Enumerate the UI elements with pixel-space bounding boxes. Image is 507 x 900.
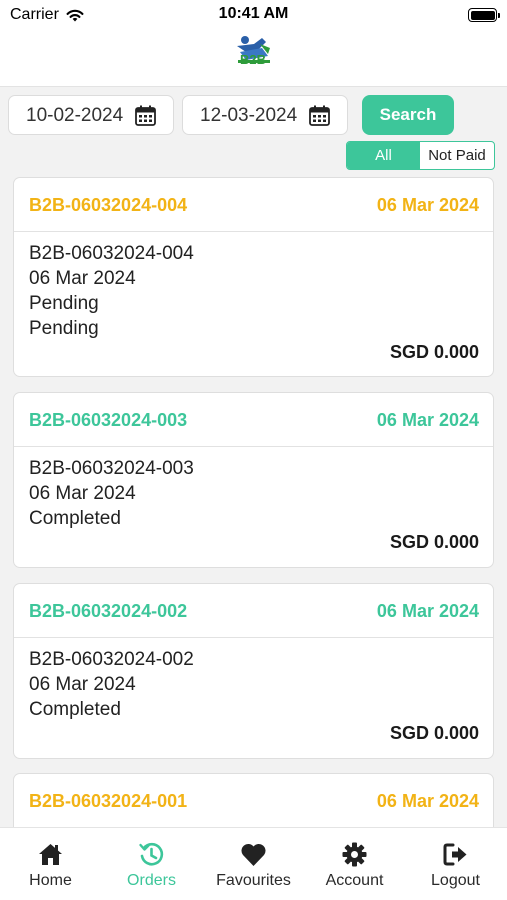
status-bar: Carrier 10:41 AM <box>0 0 507 30</box>
segment-all[interactable]: All <box>347 142 420 169</box>
logo-text: B2B <box>240 52 267 67</box>
order-reference: B2B-06032024-002 <box>29 649 194 670</box>
tab-favourites[interactable]: Favourites <box>203 828 304 900</box>
from-date-value: 10-02-2024 <box>26 105 124 126</box>
heart-icon <box>241 843 266 866</box>
order-date: 06 Mar 2024 <box>376 195 479 215</box>
order-card-body: B2B-06032024-002 06 Mar 2024 Completed <box>14 638 493 722</box>
app-header: B2B <box>0 30 507 87</box>
order-date-line: 06 Mar 2024 <box>29 674 136 695</box>
order-card[interactable]: B2B-06032024-003 06 Mar 2024 B2B-0603202… <box>13 392 494 568</box>
order-date-line: 06 Mar 2024 <box>29 268 136 289</box>
date-filter-row: 10-02-2024 12-03-2024 Search <box>0 95 507 135</box>
order-amount: SGD 0.000 <box>389 342 479 362</box>
order-card-body: B2B-06032024-003 06 Mar 2024 Completed <box>14 447 493 531</box>
calendar-icon <box>135 105 156 126</box>
order-card-header: B2B-06032024-001 06 Mar 2024 <box>14 774 493 828</box>
tab-label: Account <box>325 872 384 889</box>
tab-label: Favourites <box>216 872 291 889</box>
order-status: Completed <box>29 699 121 720</box>
tab-label: Orders <box>127 872 176 889</box>
tab-orders[interactable]: Orders <box>101 828 202 900</box>
from-date-field[interactable]: 10-02-2024 <box>8 95 174 135</box>
payment-filter-segment: All Not Paid <box>346 141 495 170</box>
order-date: 06 Mar 2024 <box>376 791 479 811</box>
order-date: 06 Mar 2024 <box>376 601 479 621</box>
order-amount: SGD 0.000 <box>389 532 479 552</box>
order-id: B2B-06032024-001 <box>29 791 188 811</box>
order-card-header: B2B-06032024-002 06 Mar 2024 <box>14 584 493 638</box>
order-card[interactable]: B2B-06032024-004 06 Mar 2024 B2B-0603202… <box>13 177 494 377</box>
order-date: 06 Mar 2024 <box>376 410 479 430</box>
order-id: B2B-06032024-003 <box>29 410 188 430</box>
order-card-header: B2B-06032024-003 06 Mar 2024 <box>14 393 493 447</box>
order-card-body: B2B-06032024-004 06 Mar 2024 Pending Pen… <box>14 232 493 341</box>
gear-icon <box>342 842 367 867</box>
order-date-line: 06 Mar 2024 <box>29 483 136 504</box>
order-card[interactable]: B2B-06032024-002 06 Mar 2024 B2B-0603202… <box>13 583 494 759</box>
segment-not-paid[interactable]: Not Paid <box>420 142 494 169</box>
battery-icon <box>468 8 500 22</box>
tab-home[interactable]: Home <box>0 828 101 900</box>
to-date-field[interactable]: 12-03-2024 <box>182 95 348 135</box>
order-amount: SGD 0.000 <box>389 723 479 743</box>
logout-icon <box>443 843 467 866</box>
order-id: B2B-06032024-002 <box>29 601 188 621</box>
tab-logout[interactable]: Logout <box>405 828 506 900</box>
home-icon <box>39 844 62 865</box>
order-id: B2B-06032024-004 <box>29 195 188 215</box>
order-card-header: B2B-06032024-004 06 Mar 2024 <box>14 178 493 232</box>
tab-label: Home <box>29 872 72 889</box>
bottom-tab-bar: Home Orders Favourites Account Logout <box>0 827 507 900</box>
calendar-icon <box>309 105 330 126</box>
order-status: Pending <box>29 293 99 314</box>
status-time: 10:41 AM <box>218 5 289 22</box>
tab-label: Logout <box>431 872 480 889</box>
payment-status: Pending <box>29 318 99 339</box>
order-reference: B2B-06032024-003 <box>29 458 194 479</box>
to-date-value: 12-03-2024 <box>200 105 298 126</box>
search-button[interactable]: Search <box>362 95 454 135</box>
tab-account[interactable]: Account <box>304 828 405 900</box>
order-status: Completed <box>29 508 121 529</box>
orders-icon <box>139 842 164 866</box>
order-reference: B2B-06032024-004 <box>29 243 194 264</box>
